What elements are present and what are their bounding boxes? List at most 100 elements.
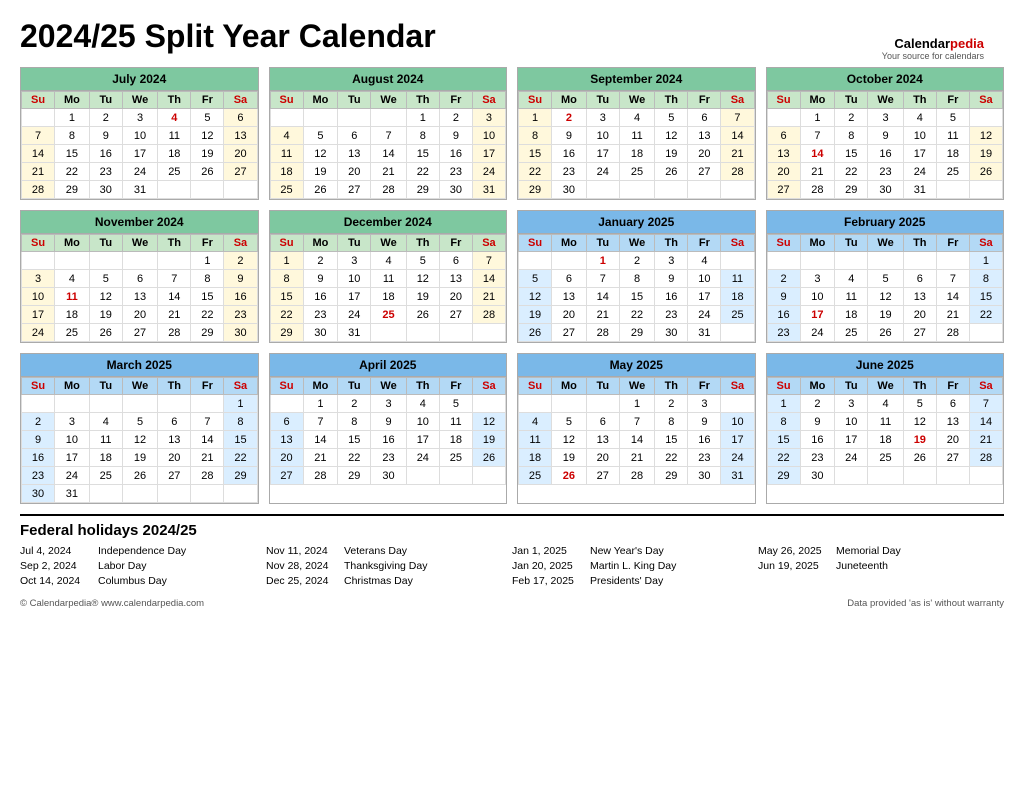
cal-day [969,324,1002,342]
cal-day: 5 [122,413,157,431]
cal-day: 19 [519,306,552,324]
cal-day: 28 [586,324,619,342]
cal-day: 2 [224,252,257,270]
footer-left: © Calendarpedia® www.calendarpedia.com [20,598,204,609]
cal-day: 29 [191,324,224,342]
day-header-su: Su [767,378,800,395]
cal-day: 28 [191,467,224,485]
cal-day: 15 [835,145,868,163]
cal-day: 13 [903,288,936,306]
cal-day: 23 [552,163,587,181]
cal-day: 25 [519,467,552,485]
cal-day: 11 [868,413,903,431]
cal-day: 5 [936,109,969,127]
cal-day: 25 [270,181,303,199]
cal-day: 23 [371,449,406,467]
cal-day: 26 [303,181,338,199]
cal-day: 29 [519,181,552,199]
holiday-item: Jan 1, 2025New Year's Day [512,545,758,557]
cal-day: 17 [721,431,754,449]
cal-day: 10 [472,127,505,145]
cal-day: 16 [303,288,338,306]
day-header-fr: Fr [191,92,224,109]
cal-day: 3 [688,395,721,413]
day-header-th: Th [158,235,191,252]
cal-month-header: January 2025 [518,211,755,234]
holiday-name: Labor Day [98,560,146,572]
cal-day: 1 [767,395,800,413]
cal-day: 18 [868,431,903,449]
cal-day: 1 [55,109,90,127]
cal-day: 14 [800,145,835,163]
day-header-th: Th [406,235,439,252]
cal-day: 5 [191,109,224,127]
cal-day: 21 [619,449,654,467]
cal-day: 20 [338,163,371,181]
cal-day: 16 [655,288,688,306]
cal-day: 24 [122,163,157,181]
day-header-sa: Sa [721,92,754,109]
cal-day [767,109,800,127]
cal-day: 3 [655,252,688,270]
cal-day [721,324,754,342]
day-header-sa: Sa [224,235,257,252]
cal-day: 2 [835,109,868,127]
cal-day: 16 [767,306,800,324]
cal-day: 9 [688,413,721,431]
cal-day: 9 [439,127,472,145]
holiday-date: Feb 17, 2025 [512,575,584,587]
cal-day: 3 [55,413,90,431]
cal-day: 2 [552,109,587,127]
cal-day: 28 [371,181,406,199]
cal-day [936,467,969,485]
cal-day: 6 [122,270,157,288]
cal-day [371,324,406,342]
cal-day: 10 [903,127,936,145]
cal-day: 24 [472,163,505,181]
cal-day: 19 [191,145,224,163]
cal-day: 20 [767,163,800,181]
cal-day: 14 [936,288,969,306]
cal-day: 13 [439,270,472,288]
cal-day: 27 [270,467,303,485]
cal-day: 7 [586,270,619,288]
cal-day: 7 [800,127,835,145]
cal-day: 10 [338,270,371,288]
cal-day: 16 [552,145,587,163]
cal-day: 15 [969,288,1002,306]
cal-day: 11 [721,270,754,288]
cal-day: 4 [270,127,303,145]
cal-day: 19 [655,145,688,163]
cal-day: 3 [338,252,371,270]
cal-day: 25 [721,306,754,324]
day-header-fr: Fr [439,378,472,395]
cal-day: 29 [224,467,257,485]
cal-day: 25 [439,449,472,467]
cal-day [969,181,1002,199]
cal-day: 1 [303,395,338,413]
cal-day: 29 [338,467,371,485]
cal-day: 22 [406,163,439,181]
cal-day: 26 [191,163,224,181]
cal-day: 20 [270,449,303,467]
cal-day: 11 [835,288,868,306]
cal-day: 19 [552,449,587,467]
cal-day: 8 [655,413,688,431]
day-header-mo: Mo [552,235,587,252]
cal-day: 8 [224,413,257,431]
cal-day [191,181,224,199]
cal-day [472,395,505,413]
cal-day: 22 [55,163,90,181]
cal-day [439,324,472,342]
holiday-item: Nov 11, 2024Veterans Day [266,545,512,557]
cal-day: 9 [22,431,55,449]
holiday-item: May 26, 2025Memorial Day [758,545,1004,557]
cal-day: 10 [122,127,157,145]
logo-text: Calendar [894,36,950,51]
cal-day: 17 [338,288,371,306]
cal-day: 11 [89,431,122,449]
day-header-su: Su [22,235,55,252]
cal-day [89,395,122,413]
cal-day: 8 [767,413,800,431]
logo-sub: Your source for calendars [882,51,984,61]
